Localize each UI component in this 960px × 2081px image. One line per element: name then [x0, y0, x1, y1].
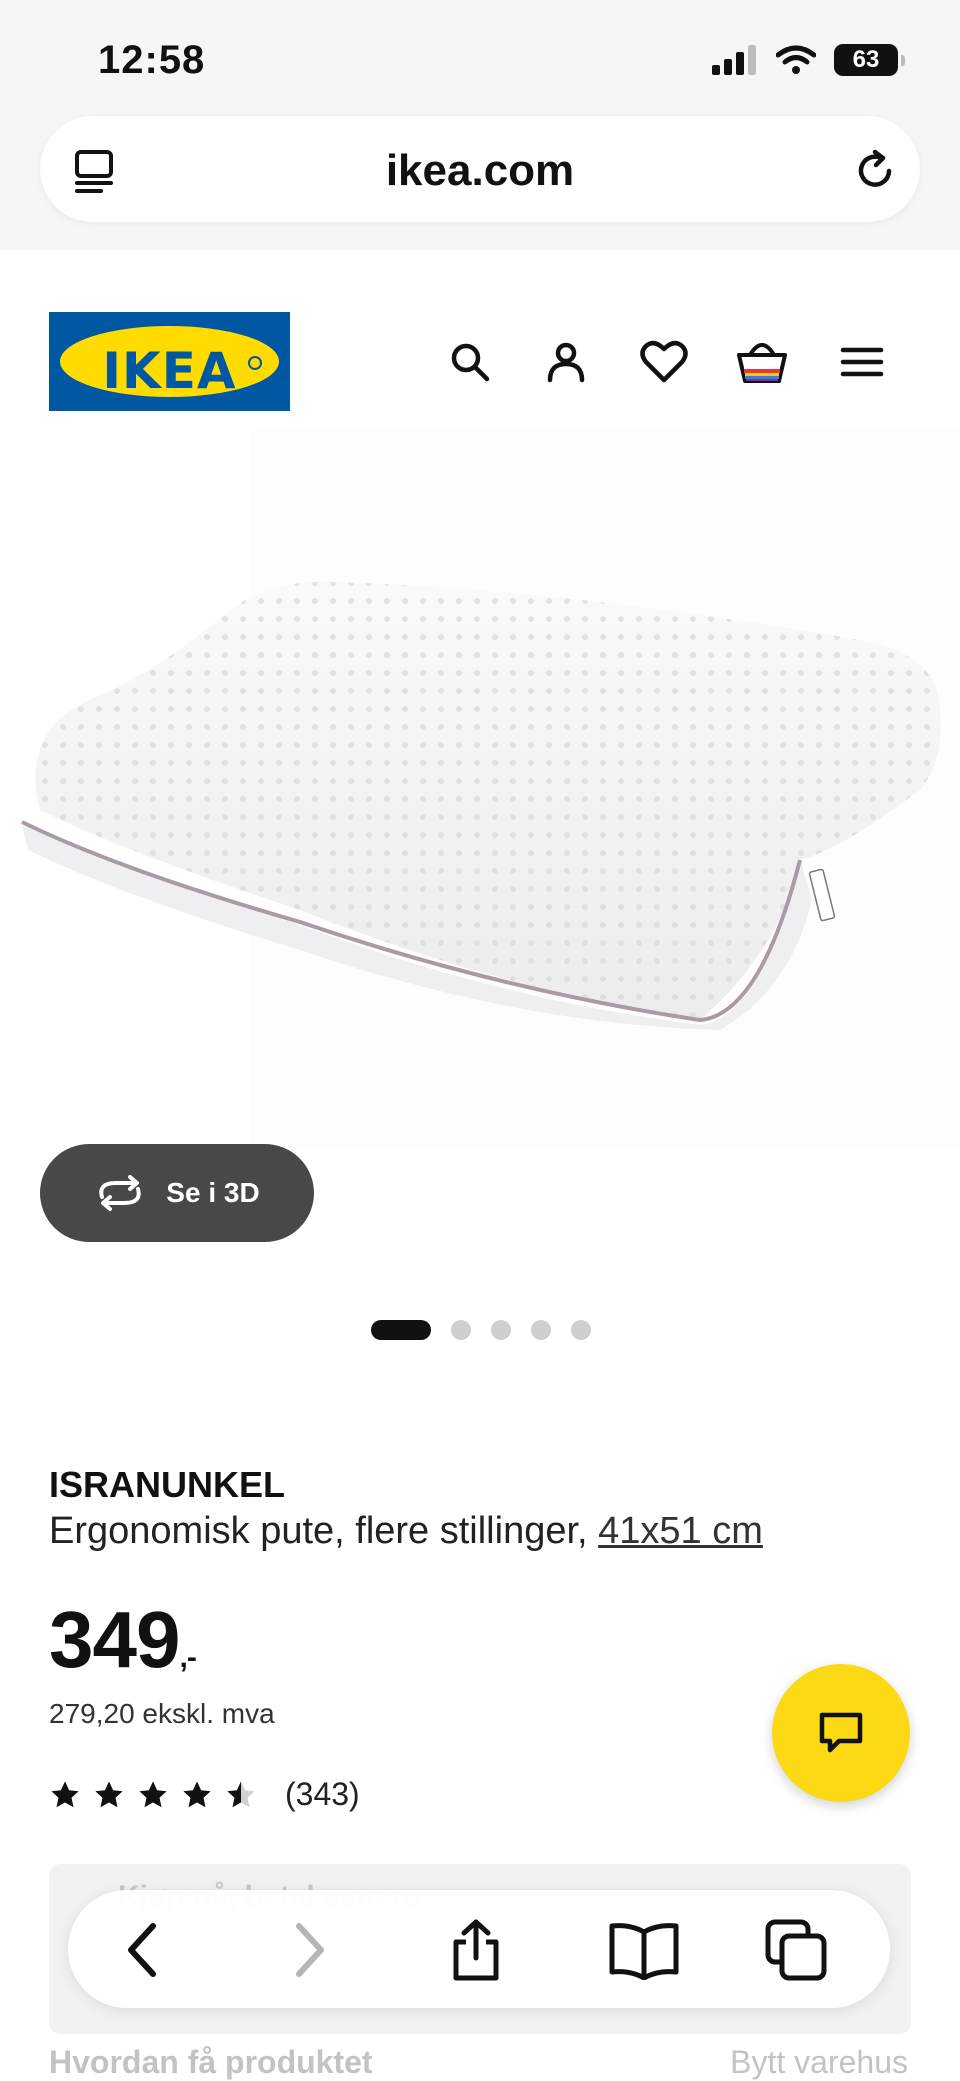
view-3d-button[interactable]: Se i 3D — [40, 1144, 314, 1242]
back-icon[interactable] — [112, 1918, 176, 1982]
status-time: 12:58 — [98, 38, 206, 82]
view-3d-label: Se i 3D — [166, 1177, 260, 1208]
logo-text: IKEA — [102, 342, 237, 400]
status-icons: 63 — [712, 44, 905, 76]
half-star-icon — [227, 1780, 255, 1807]
product-description: Ergonomisk pute, flere stillinger, 41x51… — [49, 1510, 763, 1553]
search-icon[interactable] — [440, 332, 500, 392]
chat-button[interactable] — [772, 1664, 910, 1802]
chat-icon — [819, 1712, 863, 1753]
gallery-pagination[interactable] — [371, 1320, 591, 1340]
tabs-icon[interactable] — [764, 1918, 828, 1982]
rating[interactable]: (343) — [49, 1776, 360, 1813]
battery-indicator: 63 — [834, 44, 905, 76]
wifi-icon — [776, 45, 816, 74]
ikea-logo[interactable]: IKEA — [49, 312, 290, 411]
star-icon — [183, 1780, 211, 1807]
star-icon — [95, 1780, 123, 1807]
forward-icon[interactable] — [276, 1918, 340, 1982]
star-icon — [139, 1780, 167, 1807]
bookmarks-icon[interactable] — [604, 1918, 684, 1982]
browser-toolbar — [68, 1890, 890, 2008]
registered-mark — [248, 356, 262, 370]
product-name: ISRANUNKEL — [49, 1464, 286, 1505]
menu-icon[interactable] — [832, 332, 892, 392]
delivery-heading: Hvordan få produktet — [49, 2044, 373, 2080]
share-icon[interactable] — [444, 1918, 508, 1982]
product-description-text: Ergonomisk pute, flere stillinger, — [49, 1510, 588, 1552]
gallery-dot[interactable] — [571, 1320, 591, 1340]
address-bar[interactable]: ikea.com — [40, 116, 920, 222]
logo-oval: IKEA — [60, 326, 279, 400]
account-icon[interactable] — [536, 332, 596, 392]
change-store-link[interactable]: Bytt varehus — [730, 2044, 908, 2081]
heart-icon[interactable] — [634, 332, 694, 392]
star-icon — [51, 1780, 79, 1807]
review-count[interactable]: (343) — [285, 1776, 360, 1813]
reload-icon[interactable] — [848, 144, 902, 198]
price-value: 349 — [49, 1595, 180, 1684]
signal-icon — [712, 45, 756, 75]
product-image[interactable] — [0, 430, 960, 1150]
url-text[interactable]: ikea.com — [40, 146, 920, 196]
product-size-link[interactable]: 41x51 cm — [598, 1510, 763, 1552]
gallery-dot[interactable] — [491, 1320, 511, 1340]
gallery-dot[interactable] — [531, 1320, 551, 1340]
gallery-dot-active[interactable] — [371, 1320, 431, 1340]
rotate-icon — [99, 1175, 141, 1211]
price-ex-vat: 279,20 ekskl. mva — [49, 1698, 275, 1729]
gallery-dot[interactable] — [451, 1320, 471, 1340]
price-suffix: ,- — [179, 1641, 196, 1674]
price: 349,- — [49, 1594, 197, 1686]
shopping-bag-icon[interactable] — [732, 332, 792, 392]
